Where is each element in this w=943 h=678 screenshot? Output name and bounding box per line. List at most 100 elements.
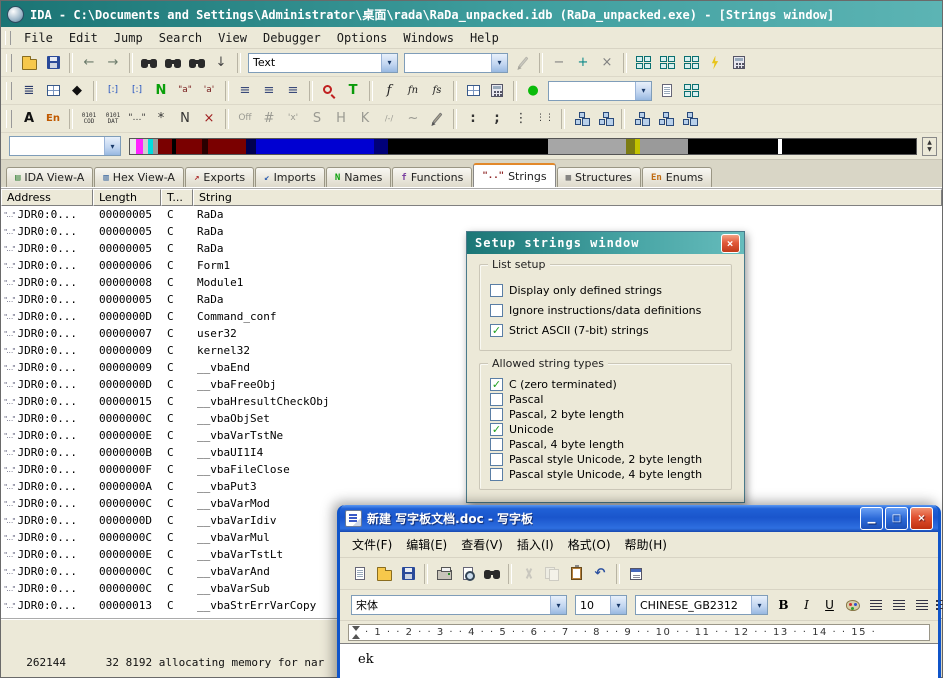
create-char-button[interactable]: 'a' [197, 80, 221, 102]
font-combobox[interactable]: 宋体 ▾ [351, 595, 567, 615]
chevron-down-icon[interactable]: ▾ [550, 596, 566, 614]
chevron-down-icon[interactable]: ▾ [610, 596, 626, 614]
italic-button[interactable]: I [796, 595, 817, 615]
print-button[interactable] [432, 563, 456, 585]
tab-hex-view-a[interactable]: ▥ Hex View-A [94, 167, 184, 187]
occurrence-search-button[interactable] [317, 80, 341, 102]
open-file-button[interactable] [17, 52, 41, 74]
find-button[interactable] [480, 563, 504, 585]
checkbox-unicode[interactable]: ✓ Unicode [490, 423, 721, 436]
nav-range-combobox[interactable]: ▾ [9, 136, 121, 156]
toolbar-grip[interactable] [6, 81, 12, 100]
jump-xref-button[interactable] [569, 108, 593, 130]
number-type-button[interactable]: # [257, 108, 281, 130]
menu-windows[interactable]: Windows [396, 30, 461, 46]
chevron-down-icon[interactable]: ▾ [751, 596, 767, 614]
wordpad-title-bar[interactable]: 新建 写字板文档.doc - 写字板 ▁ □ × [340, 505, 938, 532]
align-center-button[interactable] [888, 595, 909, 615]
invert-sign-button[interactable]: ~ [401, 108, 425, 130]
tab-strings[interactable]: ".." Strings [473, 163, 556, 187]
search-type-combobox[interactable]: Text ▾ [248, 52, 398, 73]
checkbox-display-only-defined-strings[interactable]: Display only defined strings [490, 284, 721, 297]
minimize-button[interactable]: ▁ [860, 507, 883, 530]
column-header-length[interactable]: Length [93, 189, 161, 206]
checkbox-ignore-instructions-data-definitions[interactable]: Ignore instructions/data definitions [490, 304, 721, 317]
char-type-button[interactable]: 'x' [281, 108, 305, 130]
open-hex-button[interactable] [41, 80, 65, 102]
tab-imports[interactable]: ↙ Imports [255, 167, 325, 187]
ida-title-bar[interactable]: IDA - C:\Documents and Settings\Administ… [1, 1, 942, 27]
detach-process-button[interactable] [679, 80, 703, 102]
align-right-button[interactable] [911, 595, 932, 615]
align-directive-1-button[interactable]: ≡ [233, 80, 257, 102]
align-left-button[interactable] [865, 595, 886, 615]
cascade-windows-button[interactable] [655, 52, 679, 74]
wordpad-menu-e[interactable]: 编辑(E) [400, 534, 453, 555]
tab-exports[interactable]: ↗ Exports [184, 167, 255, 187]
open-calculator-button[interactable] [727, 52, 751, 74]
create-struct-button[interactable]: [:] [101, 80, 125, 102]
checkbox-pascal-4-byte-length[interactable]: Pascal, 4 byte length [490, 438, 721, 451]
make-array-button[interactable]: * [149, 108, 173, 130]
colon-comment-button[interactable]: : [461, 108, 485, 130]
function-calls-button[interactable] [677, 108, 701, 130]
make-name-button[interactable]: N [173, 108, 197, 130]
wordpad-menu-o[interactable]: 格式(O) [562, 534, 617, 555]
new-document-button[interactable] [348, 563, 372, 585]
delete-entry-button[interactable]: × [595, 52, 619, 74]
menu-file[interactable]: File [17, 30, 60, 46]
checkbox-pascal-style-unicode-4-byte-length[interactable]: Pascal style Unicode, 4 byte length [490, 468, 721, 481]
chevron-down-icon[interactable]: ▾ [381, 53, 397, 72]
create-name-button[interactable]: N [149, 80, 173, 102]
tab-ida-view-a[interactable]: ▤ IDA View-A [6, 167, 94, 187]
save-database-button[interactable] [41, 52, 65, 74]
repeatable-comment-button[interactable]: ; [485, 108, 509, 130]
analysis-options-button[interactable]: A [17, 108, 41, 130]
debugger-combo-combobox[interactable]: ▾ [548, 80, 652, 101]
save-document-button[interactable] [396, 563, 420, 585]
segment-type-button[interactable]: S [305, 108, 329, 130]
navigate-forward-button[interactable]: → [101, 52, 125, 74]
tab-enums[interactable]: En Enums [641, 167, 713, 187]
menu-edit[interactable]: Edit [62, 30, 105, 46]
tab-structures[interactable]: ▦ Structures [556, 167, 641, 187]
undo-button[interactable]: ↶ [588, 563, 612, 585]
checkbox-unchecked-icon[interactable] [490, 453, 503, 466]
menu-options[interactable]: Options [330, 30, 395, 46]
color-button[interactable] [842, 595, 863, 615]
chevron-down-icon[interactable]: ▾ [104, 137, 120, 155]
open-disasm-button[interactable]: ≣ [17, 80, 41, 102]
text-view-button[interactable]: T [341, 80, 365, 102]
insert-datetime-button[interactable] [624, 563, 648, 585]
indent-comment-button[interactable]: ⋮ [509, 108, 533, 130]
menu-debugger[interactable]: Debugger [256, 30, 328, 46]
bold-button[interactable]: B [773, 595, 794, 615]
checkbox-pascal-2-byte-length[interactable]: Pascal, 2 byte length [490, 408, 721, 421]
paste-button[interactable] [564, 563, 588, 585]
checkbox-checked-icon[interactable]: ✓ [490, 378, 503, 391]
offset-type-button[interactable]: Off [233, 108, 257, 130]
margin-marker-icon[interactable] [352, 633, 360, 639]
checkbox-pascal-style-unicode-2-byte-length[interactable]: Pascal style Unicode, 2 byte length [490, 453, 721, 466]
document-area[interactable]: ek [340, 643, 938, 678]
checkbox-checked-icon[interactable]: ✓ [490, 324, 503, 337]
create-union-button[interactable]: [:] [125, 80, 149, 102]
navband-scroll-buttons[interactable]: ▲ ▼ [922, 136, 937, 156]
checkbox-unchecked-icon[interactable] [490, 438, 503, 451]
navigation-band[interactable] [129, 137, 917, 155]
align-directive-3-button[interactable]: ≡ [281, 80, 305, 102]
menu-jump[interactable]: Jump [107, 30, 150, 46]
chevron-down-icon[interactable]: ▾ [491, 53, 507, 72]
wordpad-menu-i[interactable]: 插入(I) [511, 534, 560, 555]
create-function-button[interactable]: f [377, 80, 401, 102]
make-code-button[interactable]: 0101 COD [77, 108, 101, 130]
toolbar-grip[interactable] [6, 53, 12, 72]
dialog-title-bar[interactable]: Setup strings window × [467, 232, 744, 254]
table-row[interactable]: "…" JDR0:0... 00000005 C RaDa [1, 206, 942, 223]
edit-type-button[interactable] [425, 108, 449, 130]
align-directive-2-button[interactable]: ≡ [257, 80, 281, 102]
open-calc-button[interactable] [485, 80, 509, 102]
bullets-button[interactable] [934, 595, 943, 615]
wordpad-menu-h[interactable]: 帮助(H) [619, 534, 673, 555]
arrange-windows-button[interactable] [679, 52, 703, 74]
